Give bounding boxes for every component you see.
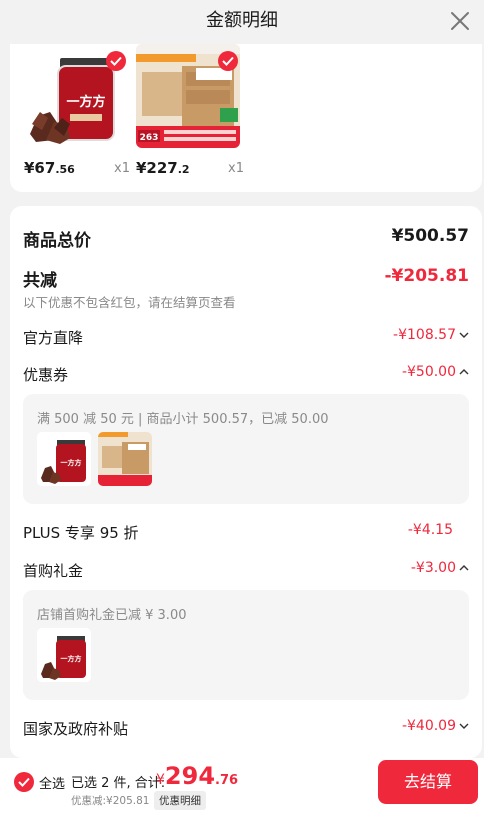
chevron-up-icon[interactable] (459, 368, 469, 376)
price-decimal: .2 (177, 163, 190, 176)
product-item[interactable]: 263 ¥227.2 x1 (136, 44, 246, 184)
total-amount: ¥294.76 (156, 762, 238, 790)
plus-discount-label: PLUS 专享 95 折 (23, 524, 139, 542)
total-reduce-label: 共减 (23, 271, 57, 291)
first-purchase-amount: -¥3.00 (410, 560, 456, 576)
discount-info: 优惠减:¥205.81 (71, 795, 150, 807)
reduce-note: 以下优惠不包含红包，请在结算页查看 (23, 295, 236, 310)
coupon-product-thumb: 一方方 (37, 432, 91, 486)
product-item[interactable]: 一方方 ¥67.56 x1 (24, 44, 134, 184)
price-integer: ¥227 (136, 159, 178, 177)
selected-info: 已选 2 件, 合计: (71, 776, 166, 791)
product-price: ¥227.2 (136, 159, 190, 177)
total-decimal: .76 (215, 773, 239, 788)
chevron-down-icon[interactable] (459, 722, 469, 730)
price-breakdown-card: 商品总价 ¥500.57 共减 -¥205.81 以下优惠不包含红包，请在结算页… (10, 206, 482, 758)
product-quantity: x1 (228, 161, 244, 176)
product-check-icon[interactable] (218, 51, 238, 71)
total-currency: ¥ (156, 772, 165, 788)
official-discount-amount: -¥108.57 (393, 327, 456, 343)
total-price-label: 商品总价 (23, 231, 91, 251)
coupon-detail-text: 满 500 减 50 元 | 商品小计 500.57，已减 50.00 (37, 412, 329, 427)
coupon-product-thumb (98, 432, 152, 486)
plus-discount-value: -¥4.15 (407, 522, 453, 538)
coupon-amount: -¥50.00 (401, 364, 456, 380)
first-purchase-detail-text: 店铺首购礼金已减 ¥ 3.00 (37, 608, 187, 623)
modal-header: 金额明细 (0, 0, 484, 44)
total-integer: 294 (164, 762, 216, 790)
checkout-button[interactable]: 去结算 (378, 760, 478, 804)
price-decimal: .56 (55, 163, 75, 176)
total-reduce-value: -¥205.81 (384, 266, 470, 286)
product-quantity: x1 (114, 161, 130, 176)
subsidy-amount: -¥40.09 (401, 718, 456, 734)
select-all-label[interactable]: 全选 (39, 773, 65, 792)
first-purchase-detail-panel: 店铺首购礼金已减 ¥ 3.00 一方方 (23, 590, 469, 700)
first-purchase-label: 首购礼金 (23, 562, 84, 580)
chevron-down-icon[interactable] (459, 331, 469, 339)
first-purchase-product-thumb: 一方方 (37, 628, 91, 682)
select-all-check-icon[interactable] (14, 772, 34, 792)
official-discount-label: 官方直降 (23, 329, 84, 347)
product-check-icon[interactable] (106, 51, 126, 71)
discount-detail-button[interactable]: 优惠明细 (154, 791, 206, 810)
checkout-bar: 全选 已选 2 件, 合计: ¥294.76 优惠减:¥205.81 优惠明细 … (0, 758, 484, 818)
coupon-detail-panel: 满 500 减 50 元 | 商品小计 500.57，已减 50.00 一方方 (23, 394, 469, 504)
product-card: 一方方 ¥67.56 x1 263 ¥227.2 x1 (10, 40, 482, 192)
official-discount-value: -¥108.57 (393, 327, 469, 343)
total-price-value: ¥500.57 (391, 226, 469, 246)
close-icon[interactable] (448, 9, 472, 33)
coupon-value: -¥50.00 (402, 364, 469, 380)
svg-text:一方方: 一方方 (61, 654, 82, 663)
subsidy-value: -¥40.09 (402, 718, 469, 734)
chevron-up-icon[interactable] (459, 564, 469, 572)
product-price: ¥67.56 (24, 159, 75, 177)
first-purchase-value: -¥3.00 (411, 560, 469, 576)
coupon-label: 优惠券 (23, 366, 69, 384)
svg-text:一方方: 一方方 (61, 458, 82, 467)
svg-text:一方方: 一方方 (66, 94, 105, 110)
product-badge: 263 (140, 133, 159, 143)
price-integer: ¥67 (24, 159, 56, 177)
subsidy-label: 国家及政府补贴 (23, 720, 129, 738)
modal-title: 金额明细 (206, 10, 278, 31)
